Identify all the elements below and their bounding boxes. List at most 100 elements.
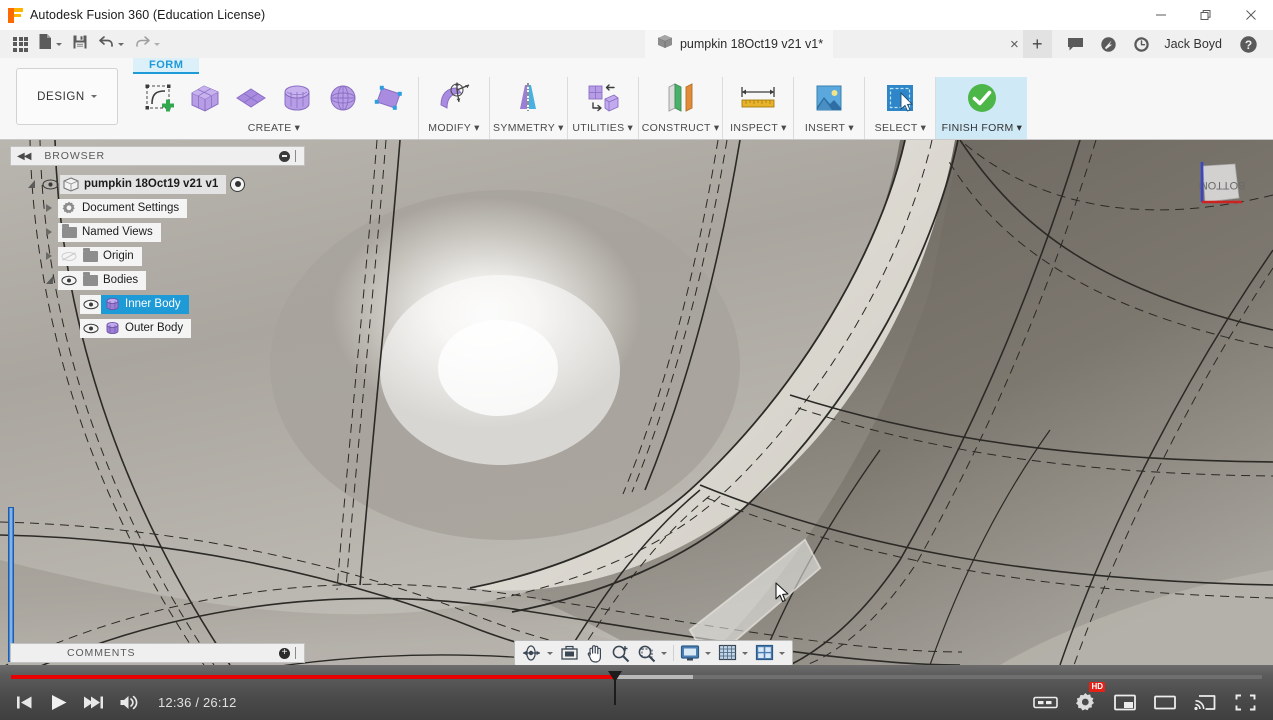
inner-body-visibility-cell[interactable] bbox=[80, 294, 101, 314]
cc-icon[interactable] bbox=[1029, 687, 1061, 717]
save-button[interactable] bbox=[68, 32, 92, 56]
mirror-internal-tool[interactable] bbox=[500, 78, 556, 118]
progress-bar-track[interactable] bbox=[11, 671, 1262, 705]
document-tab[interactable]: pumpkin 18Oct19 v21 v1* bbox=[644, 30, 834, 58]
next-track-icon[interactable] bbox=[78, 687, 110, 717]
tab-form[interactable]: FORM bbox=[133, 58, 200, 74]
circle-slash-icon[interactable] bbox=[1092, 30, 1125, 58]
plus-circle-icon[interactable]: + bbox=[279, 647, 290, 659]
file-menu-button[interactable] bbox=[34, 32, 66, 56]
volume-icon[interactable] bbox=[113, 687, 145, 717]
browser-item-origin[interactable]: Origin bbox=[22, 244, 312, 268]
close-tab-icon[interactable]: × bbox=[1006, 37, 1023, 52]
visibility-eye-icon[interactable] bbox=[83, 321, 99, 335]
finish-form-button[interactable] bbox=[954, 78, 1010, 118]
panel-resize-grip[interactable] bbox=[295, 150, 298, 162]
orbit-button[interactable] bbox=[519, 642, 556, 664]
look-at-button[interactable] bbox=[557, 642, 582, 664]
view-cube[interactable]: BOTTOM bbox=[1189, 158, 1245, 206]
measure-tool[interactable] bbox=[730, 78, 786, 118]
clock-icon[interactable] bbox=[1125, 30, 1158, 58]
create-form-tool[interactable] bbox=[137, 78, 181, 118]
panel-label: INSERT bbox=[804, 122, 846, 134]
show-data-panel-button[interactable] bbox=[9, 32, 32, 56]
browser-row-bodies[interactable]: Bodies bbox=[58, 270, 147, 290]
panel-title-create[interactable]: CREATE ▾ bbox=[248, 119, 301, 137]
browser-panel-header[interactable]: ◀◀ BROWSER bbox=[10, 146, 305, 166]
box-tool[interactable] bbox=[183, 78, 227, 118]
pan-hand-button[interactable] bbox=[583, 642, 607, 664]
insert-canvas-tool[interactable] bbox=[801, 78, 857, 118]
panel-resize-grip[interactable] bbox=[295, 647, 298, 659]
zoom-window-button[interactable] bbox=[634, 642, 670, 664]
panel-title-construct[interactable]: CONSTRUCT ▾ bbox=[642, 119, 720, 137]
comment-bubble-icon[interactable] bbox=[1059, 30, 1092, 58]
panel-title-insert[interactable]: INSERT ▾ bbox=[805, 119, 854, 137]
cylinder-tool[interactable] bbox=[275, 78, 319, 118]
restore-icon[interactable] bbox=[1183, 0, 1228, 30]
visibility-eye-icon[interactable] bbox=[83, 297, 99, 311]
browser-item-document-settings[interactable]: Document Settings bbox=[22, 196, 312, 220]
collapse-left-arrows-icon[interactable]: ◀◀ bbox=[17, 151, 31, 162]
twisty-right-icon[interactable] bbox=[40, 196, 58, 220]
activate-component-radio[interactable] bbox=[230, 176, 246, 192]
scrubber-handle[interactable] bbox=[607, 671, 622, 705]
browser-item-named-views[interactable]: Named Views bbox=[22, 220, 312, 244]
panel-title-modify[interactable]: MODIFY ▾ bbox=[428, 119, 480, 137]
help-question-icon[interactable]: ? bbox=[1232, 30, 1265, 58]
twisty-right-icon[interactable] bbox=[40, 244, 58, 268]
offset-plane-tool[interactable] bbox=[653, 78, 709, 118]
new-tab-button[interactable]: + bbox=[1022, 30, 1052, 58]
browser-item-inner-body[interactable]: Inner Body bbox=[22, 292, 312, 316]
panel-title-symmetry[interactable]: SYMMETRY ▾ bbox=[493, 119, 564, 137]
panel-title-finish-form[interactable]: FINISH FORM ▾ bbox=[942, 119, 1023, 137]
panel-finish-form[interactable]: FINISH FORM ▾ bbox=[935, 77, 1028, 139]
close-icon[interactable] bbox=[1228, 0, 1273, 30]
grid-snaps-button[interactable] bbox=[715, 642, 751, 664]
minimize-icon[interactable] bbox=[1138, 0, 1183, 30]
edit-form-tool[interactable] bbox=[426, 78, 482, 118]
panel-title-utilities[interactable]: UTILITIES ▾ bbox=[572, 119, 633, 137]
outer-body-visibility-cell[interactable] bbox=[80, 318, 101, 338]
quad-face-tool[interactable] bbox=[367, 78, 411, 118]
minus-circle-icon[interactable] bbox=[279, 150, 290, 162]
browser-row-root[interactable]: pumpkin 18Oct19 v21 v1 bbox=[60, 174, 227, 194]
browser-row-inner-body[interactable]: Inner Body bbox=[101, 294, 189, 314]
play-icon[interactable] bbox=[43, 687, 75, 717]
browser-item-outer-body[interactable]: Outer Body bbox=[22, 316, 312, 340]
select-tool[interactable] bbox=[872, 78, 928, 118]
theater-icon[interactable] bbox=[1149, 687, 1181, 717]
twisty-down-icon[interactable] bbox=[40, 268, 58, 292]
browser-item-root[interactable]: pumpkin 18Oct19 v21 v1 bbox=[22, 172, 312, 196]
twisty-right-icon[interactable] bbox=[40, 220, 58, 244]
convert-tool[interactable] bbox=[575, 78, 631, 118]
cast-icon[interactable] bbox=[1189, 687, 1221, 717]
undo-button[interactable] bbox=[94, 32, 128, 56]
sphere-tool[interactable] bbox=[321, 78, 365, 118]
browser-row-document-settings[interactable]: Document Settings bbox=[58, 198, 188, 218]
workspace-switcher-button[interactable]: DESIGN bbox=[16, 68, 118, 125]
browser-item-bodies[interactable]: Bodies bbox=[22, 268, 312, 292]
display-settings-button[interactable] bbox=[677, 642, 714, 664]
plane-tool[interactable] bbox=[229, 78, 273, 118]
chevron-down-icon bbox=[56, 42, 62, 46]
visibility-eye-icon[interactable] bbox=[61, 273, 77, 287]
browser-row-outer-body[interactable]: Outer Body bbox=[101, 318, 192, 338]
browser-row-origin[interactable]: Origin bbox=[58, 246, 142, 266]
twisty-down-icon[interactable] bbox=[22, 172, 40, 196]
comments-panel-header[interactable]: COMMENTS + bbox=[10, 643, 305, 663]
visibility-eye-icon[interactable] bbox=[40, 178, 60, 190]
visibility-off-eye-icon[interactable] bbox=[61, 249, 77, 263]
miniplayer-icon[interactable] bbox=[1109, 687, 1141, 717]
fullscreen-icon[interactable] bbox=[1229, 687, 1261, 717]
settings-gear-icon[interactable]: HD bbox=[1069, 682, 1105, 717]
redo-button[interactable] bbox=[130, 32, 164, 56]
zoom-button[interactable] bbox=[608, 642, 633, 664]
viewports-button[interactable] bbox=[752, 642, 788, 664]
panel-title-inspect[interactable]: INSPECT ▾ bbox=[730, 119, 787, 137]
previous-track-icon[interactable] bbox=[8, 687, 40, 717]
left-blue-marker[interactable] bbox=[8, 507, 14, 662]
panel-title-select[interactable]: SELECT ▾ bbox=[875, 119, 927, 137]
user-name-label[interactable]: Jack Boyd bbox=[1158, 37, 1232, 51]
browser-row-named-views[interactable]: Named Views bbox=[58, 222, 161, 242]
